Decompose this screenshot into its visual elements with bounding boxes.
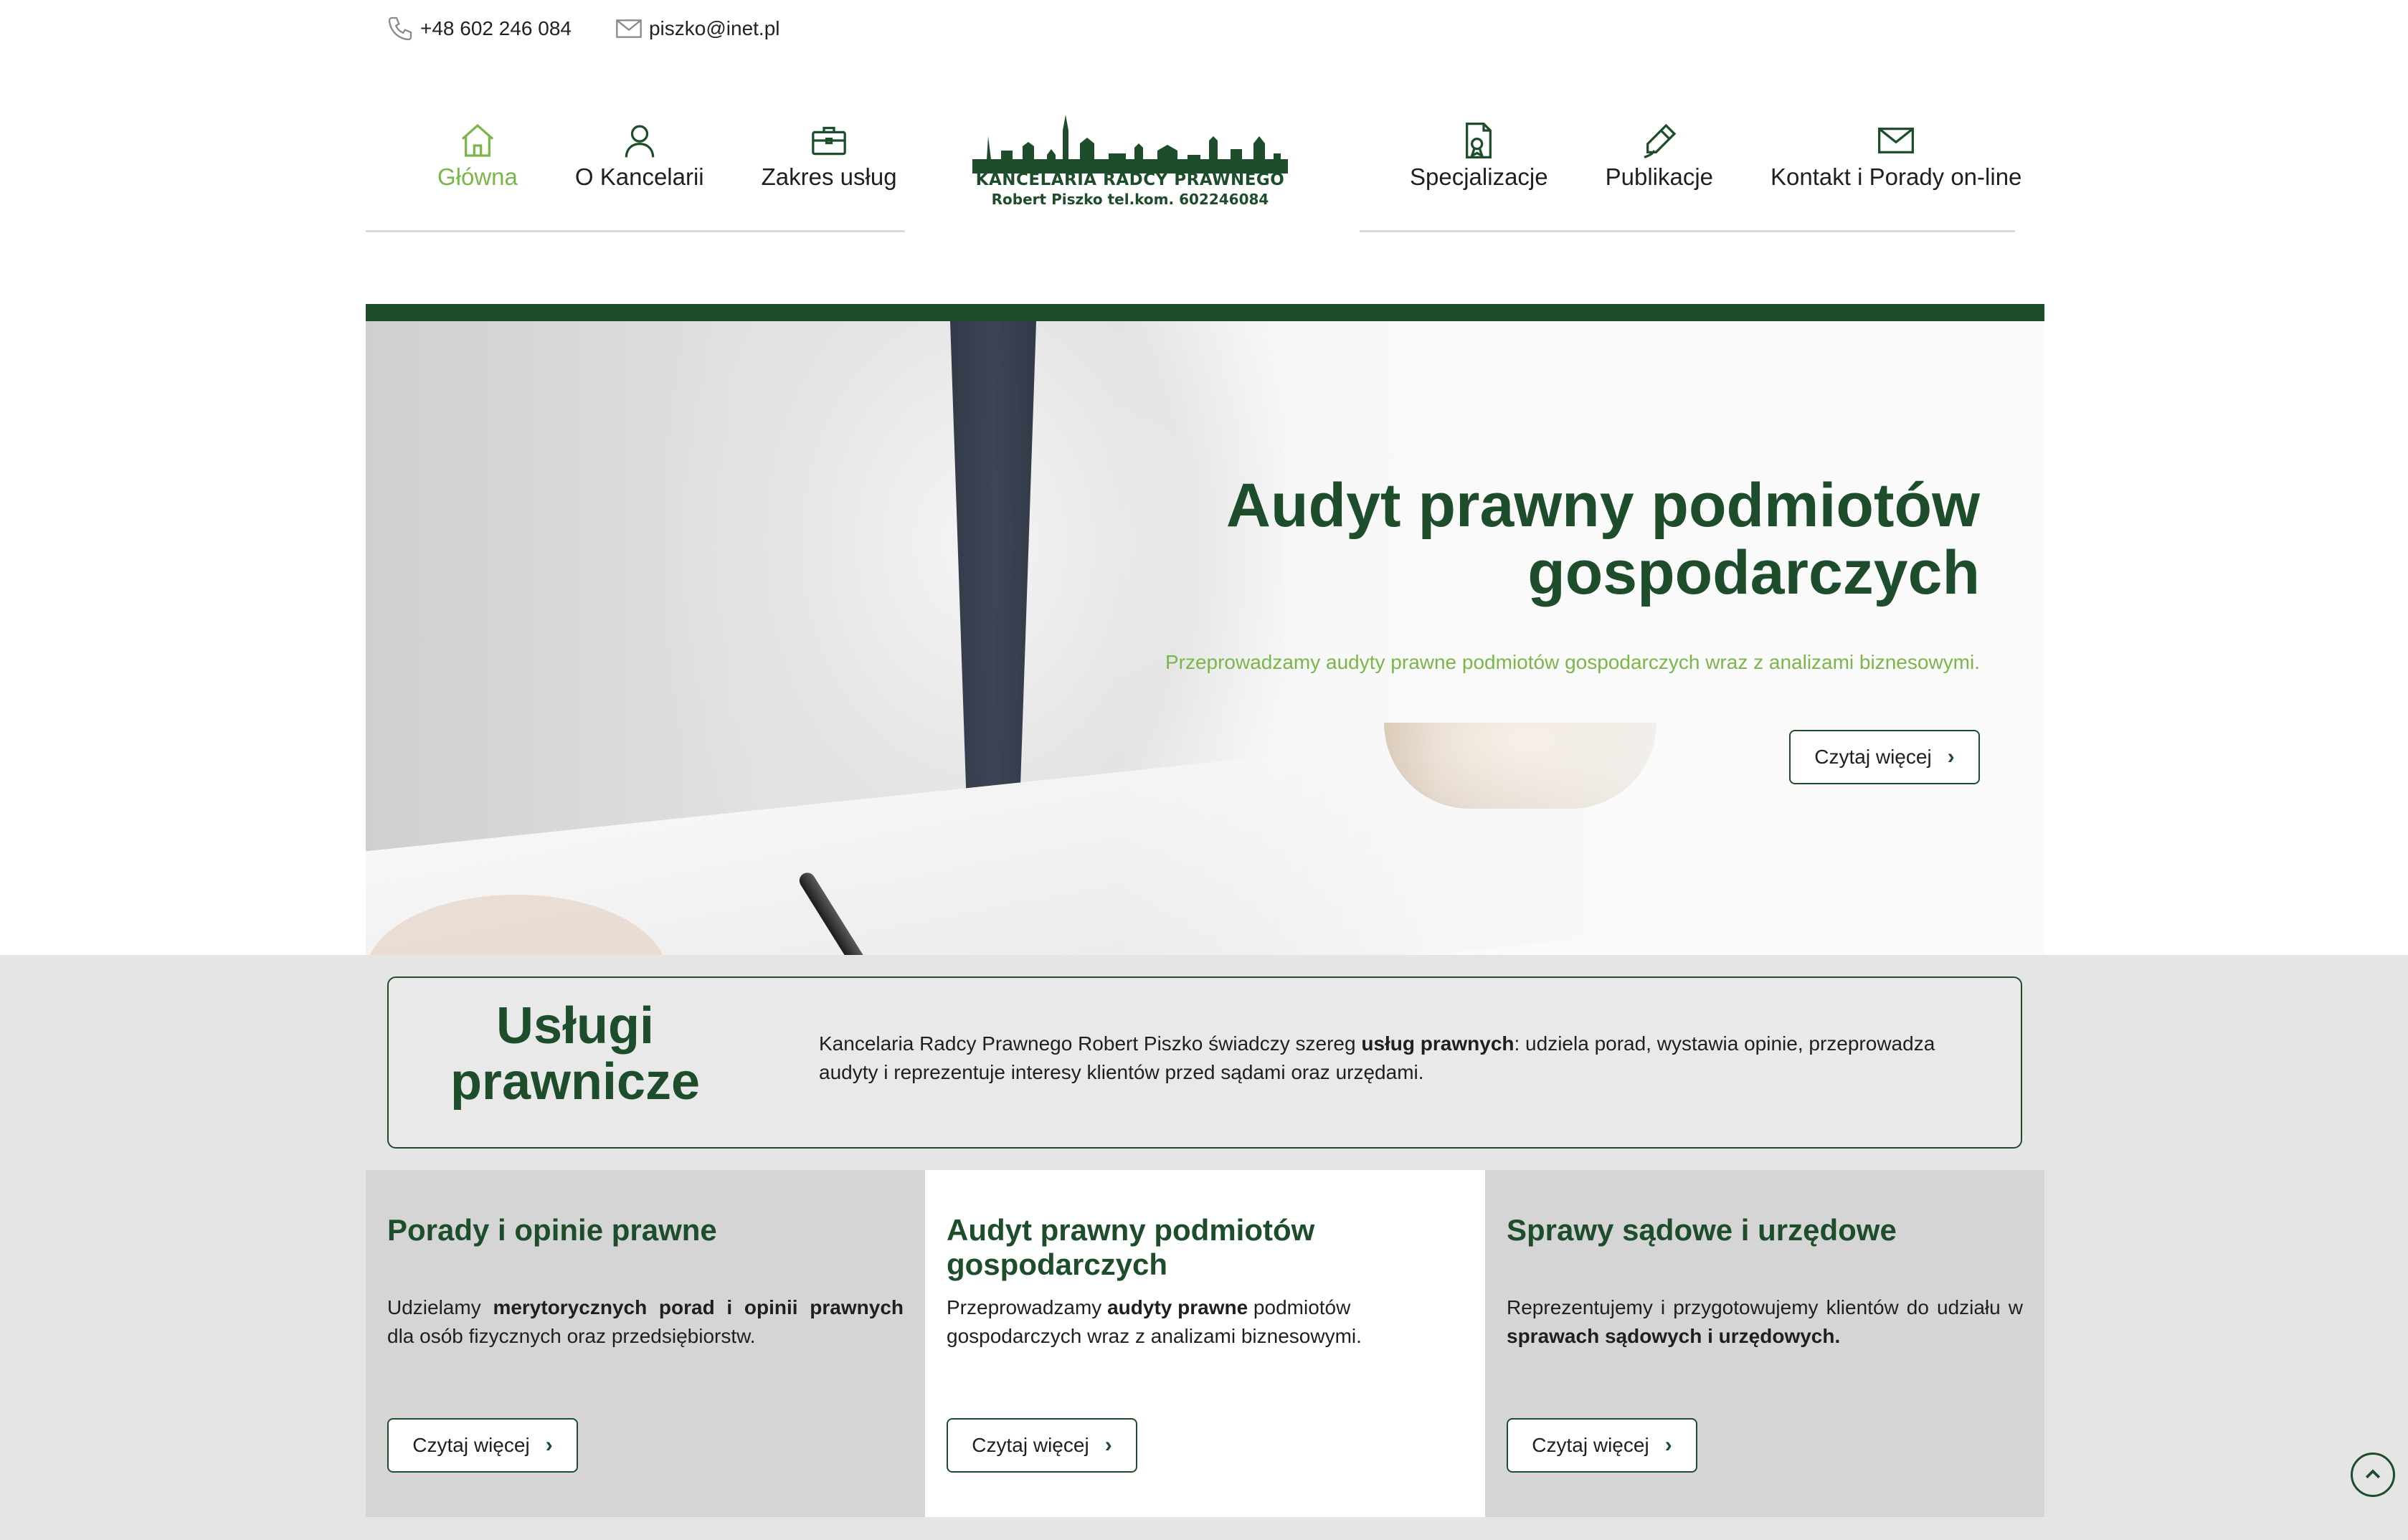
card-read-more-button[interactable]: Czytaj więcej › <box>1507 1418 1697 1473</box>
nav-item-kontakt[interactable]: Kontakt i Porady on-line <box>1742 108 2050 230</box>
briefcase-icon <box>812 126 846 156</box>
site-logo[interactable]: KANCELARIA RADCY PRAWNEGO Robert Piszko … <box>972 115 1288 215</box>
card-text-part: Przeprowadzamy <box>947 1296 1108 1318</box>
chevron-right-icon: › <box>1104 1433 1112 1457</box>
logo-line-title: KANCELARIA RADCY PRAWNEGO <box>975 171 1285 189</box>
nav-label: Kontakt i Porady on-line <box>1771 163 2022 190</box>
user-icon <box>625 125 655 158</box>
card-text: Przeprowadzamy audyty prawne podmiotów g… <box>947 1293 1464 1351</box>
hero-title: Audyt prawny podmiotów gospodarczych <box>1226 471 1980 607</box>
main-nav-right: Specjalizacje Publikacje Kontakt i Porad… <box>1360 108 2021 232</box>
city-skyline-icon <box>972 115 1288 174</box>
nav-item-zakres-uslug[interactable]: Zakres usług <box>733 108 926 230</box>
service-cards: Porady i opinie prawne Udzielamy merytor… <box>366 1170 2044 1517</box>
services-intro-box: Usługi prawnicze Kancelaria Radcy Prawne… <box>387 976 2022 1149</box>
card-title: Sprawy sądowe i urzędowe <box>1507 1213 1897 1247</box>
button-label: Czytaj więcej <box>1532 1434 1649 1456</box>
chevron-up-icon <box>2365 1469 2381 1479</box>
services-text-part: Kancelaria Radcy Prawnego Robert Piszko … <box>819 1032 1362 1055</box>
service-card-audyt: Audyt prawny podmiotów gospodarczych Prz… <box>925 1170 1485 1517</box>
main-nav-left: Główna O Kancelarii Zakres usług <box>366 108 905 232</box>
service-card-porady: Porady i opinie prawne Udzielamy merytor… <box>366 1170 925 1517</box>
card-text: Udzielamy merytorycznych porad i opinii … <box>387 1293 904 1351</box>
card-text: Reprezentujemy i przygotowujemy klientów… <box>1507 1293 2023 1351</box>
hero-subtitle: Przeprowadzamy audyty prawne podmiotów g… <box>1165 651 1980 673</box>
nav-label: Specjalizacje <box>1410 163 1548 190</box>
card-text-part: Reprezentujemy i przygotowujemy klientów… <box>1507 1296 2023 1318</box>
chevron-right-icon: › <box>1664 1433 1672 1457</box>
nav-item-publikacje[interactable]: Publikacje <box>1577 108 1742 230</box>
services-title: Usługi prawnicze <box>450 997 701 1111</box>
hero-image-fade <box>1112 321 2044 955</box>
hero-read-more-button[interactable]: Czytaj więcej › <box>1789 730 1980 784</box>
scroll-to-top-button[interactable] <box>2351 1453 2395 1497</box>
services-text-bold: usług prawnych <box>1361 1032 1515 1055</box>
card-text-part: dla osób fizycznych oraz przedsiębiorstw… <box>387 1325 756 1347</box>
nav-item-glowna[interactable]: Główna <box>409 108 546 230</box>
hero-banner: Audyt prawny podmiotów gospodarczych Prz… <box>366 321 2044 955</box>
card-text-bold: audyty prawne <box>1107 1296 1248 1318</box>
pen-icon <box>1644 123 1677 158</box>
nav-label: O Kancelarii <box>574 163 704 190</box>
card-read-more-button[interactable]: Czytaj więcej › <box>387 1418 578 1473</box>
contact-bar: +48 602 246 084 piszko@inet.pl <box>386 14 780 43</box>
button-label: Czytaj więcej <box>412 1434 530 1456</box>
chevron-right-icon: › <box>1947 745 1955 769</box>
card-text-part: Udzielamy <box>387 1296 493 1318</box>
home-icon <box>461 123 494 157</box>
card-read-more-button[interactable]: Czytaj więcej › <box>947 1418 1137 1473</box>
nav-label: Publikacje <box>1605 163 1714 190</box>
envelope-icon <box>1878 128 1915 153</box>
nav-label: Główna <box>437 163 518 190</box>
document-icon <box>1466 123 1492 158</box>
card-title: Audyt prawny podmiotów gospodarczych <box>947 1213 1315 1281</box>
nav-item-o-kancelarii[interactable]: O Kancelarii <box>546 108 733 230</box>
phone-number[interactable]: +48 602 246 084 <box>420 17 572 40</box>
button-label: Czytaj więcej <box>972 1434 1089 1456</box>
card-title: Porady i opinie prawne <box>387 1213 717 1247</box>
nav-item-specjalizacje[interactable]: Specjalizacje <box>1381 108 1577 230</box>
email-contact[interactable]: piszko@inet.pl <box>615 14 780 43</box>
nav-label: Zakres usług <box>761 163 897 190</box>
phone-contact[interactable]: +48 602 246 084 <box>386 14 572 43</box>
email-address[interactable]: piszko@inet.pl <box>649 17 780 40</box>
chevron-right-icon: › <box>545 1433 553 1457</box>
hero-top-bar <box>366 304 2044 321</box>
service-card-sprawy: Sprawy sądowe i urzędowe Reprezentujemy … <box>1485 1170 2044 1517</box>
card-text-bold: merytorycznych porad i opinii prawnych <box>493 1296 904 1318</box>
logo-line-subtitle: Robert Piszko tel.kom. 602246084 <box>991 191 1269 208</box>
phone-icon <box>388 16 412 41</box>
services-description: Kancelaria Radcy Prawnego Robert Piszko … <box>819 1030 1995 1087</box>
envelope-icon <box>616 19 642 38</box>
button-label: Czytaj więcej <box>1814 746 1932 768</box>
card-text-bold: sprawach sądowych i urzędowych. <box>1507 1325 1841 1347</box>
